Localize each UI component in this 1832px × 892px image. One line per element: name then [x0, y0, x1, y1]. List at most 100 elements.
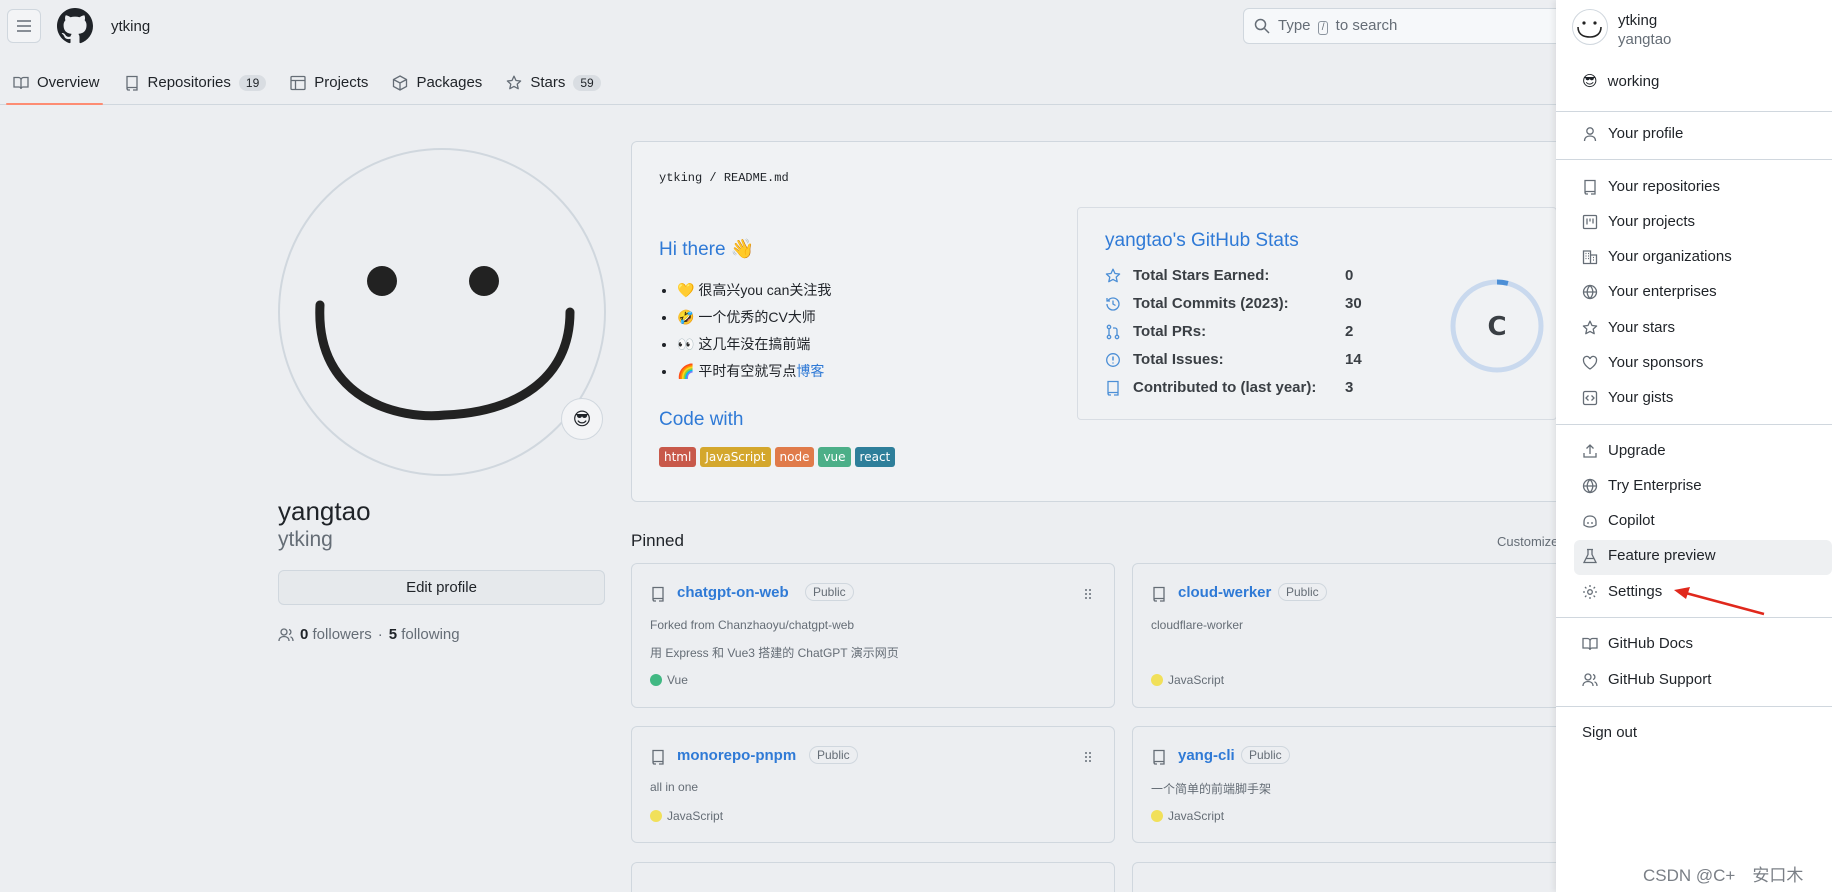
menu-item-settings[interactable]: Settings — [1582, 583, 1662, 600]
tab-overview[interactable]: Overview — [0, 60, 109, 105]
readme-path-file[interactable]: README.md — [724, 171, 789, 185]
tech-badges: html JavaScript node vue react — [659, 447, 896, 467]
pinned-card: monorepo-pnpm Public all in one JavaScri… — [631, 726, 1115, 843]
globe-icon — [1582, 478, 1598, 493]
fork-source: Forked from Chanzhaoyu/chatgpt-web — [650, 618, 855, 632]
search-shortcut-key: / — [1317, 21, 1329, 35]
readme-list: 💛 很高兴you can关注我 🤣 一个优秀的CV大师 👀 这几年没在搞前端 🌈… — [677, 277, 831, 385]
repo-language: Vue — [650, 673, 688, 687]
blog-link[interactable]: 博客 — [796, 363, 824, 379]
menu-item-your-projects[interactable]: Your projects — [1582, 213, 1695, 230]
stat-row: Contributed to (last year): 3 — [1105, 379, 1353, 396]
menu-item-github-support[interactable]: GitHub Support — [1582, 671, 1711, 688]
menu-item-your-enterprises[interactable]: Your enterprises — [1582, 283, 1717, 300]
menu-item-copilot[interactable]: Copilot — [1582, 512, 1655, 529]
drag-handle-icon[interactable] — [1080, 586, 1096, 602]
badge-javascript: JavaScript — [700, 447, 771, 467]
issue-icon — [1106, 352, 1120, 367]
pinned-card-partial — [631, 862, 1115, 892]
menu-item-your-repositories[interactable]: Your repositories — [1582, 178, 1720, 195]
repo-link[interactable]: yang-cli — [1178, 747, 1235, 764]
menu-divider — [1556, 159, 1832, 160]
smiley-face-image — [315, 266, 575, 421]
menu-divider — [1556, 424, 1832, 425]
upload-icon — [1583, 443, 1597, 458]
code-square-icon — [1582, 390, 1598, 405]
menu-item-upgrade[interactable]: Upgrade — [1582, 442, 1666, 459]
gear-icon — [1583, 584, 1597, 599]
globe-icon — [1582, 284, 1598, 299]
list-item: 💛 很高兴you can关注我 — [677, 277, 831, 304]
language-color-dot — [650, 810, 662, 822]
list-item: 👀 这几年没在搞前端 — [677, 331, 831, 358]
people-icon — [278, 627, 294, 641]
menu-divider — [1556, 706, 1832, 707]
menu-avatar[interactable] — [1572, 9, 1608, 45]
readme-greeting: Hi there 👋 — [659, 239, 755, 260]
star-icon — [507, 75, 522, 89]
badge-vue: vue — [818, 447, 851, 467]
menu-item-feature-preview[interactable]: Feature preview — [1582, 547, 1716, 564]
visibility-badge: Public — [809, 746, 858, 764]
clock-history-icon — [1106, 296, 1120, 311]
profile-readme: ytking / README.md Hi there 👋 💛 很高兴you c… — [631, 141, 1691, 502]
readme-path: ytking / README.md — [659, 171, 789, 185]
menu-item-your-stars[interactable]: Your stars — [1582, 319, 1675, 336]
hamburger-menu-button[interactable] — [7, 9, 41, 43]
menu-item-try-enterprise[interactable]: Try Enterprise — [1582, 477, 1702, 494]
followers-link[interactable]: 0 followers — [300, 626, 372, 643]
menu-item-github-docs[interactable]: GitHub Docs — [1582, 635, 1693, 652]
menu-item-your-organizations[interactable]: Your organizations — [1582, 248, 1732, 265]
tab-stars[interactable]: Stars 59 — [493, 60, 609, 105]
repo-icon — [1107, 380, 1119, 396]
search-input[interactable]: Type / to search — [1243, 8, 1563, 44]
readme-path-owner[interactable]: ytking — [659, 171, 702, 185]
stat-value: 3 — [1345, 379, 1354, 396]
tab-projects[interactable]: Projects — [277, 60, 377, 105]
repo-link[interactable]: chatgpt-on-web — [677, 584, 789, 601]
stats-title: yangtao's GitHub Stats — [1105, 230, 1299, 251]
stat-row: Total Stars Earned: 0 — [1105, 267, 1353, 284]
stat-value: 30 — [1345, 295, 1362, 312]
repo-description: 用 Express 和 Vue3 搭建的 ChatGPT 演示网页 — [650, 646, 899, 660]
smiley-face-image — [1577, 21, 1602, 38]
language-color-dot — [650, 674, 662, 686]
repo-icon — [652, 586, 664, 602]
drag-handle-icon[interactable] — [1080, 749, 1096, 765]
header-owner-link[interactable]: ytking — [111, 18, 150, 35]
menu-item-your-gists[interactable]: Your gists — [1582, 389, 1673, 406]
tab-packages[interactable]: Packages — [379, 60, 491, 105]
hamburger-icon — [17, 20, 31, 32]
repo-icon — [125, 75, 138, 91]
badge-html: html — [659, 447, 697, 467]
stat-value: 2 — [1345, 323, 1354, 340]
menu-item-your-sponsors[interactable]: Your sponsors — [1582, 354, 1703, 371]
repo-link[interactable]: monorepo-pnpm — [677, 747, 796, 764]
menu-item-sign-out[interactable]: Sign out — [1582, 724, 1637, 741]
profile-avatar[interactable] — [278, 148, 606, 476]
user-menu-panel: ytking yangtao 😎 working Your profile Yo… — [1556, 0, 1832, 892]
profile-status-button[interactable]: 😎 — [561, 398, 603, 440]
person-icon — [1583, 126, 1597, 141]
stat-value: 14 — [1345, 351, 1362, 368]
github-logo-icon[interactable] — [57, 8, 93, 44]
menu-item-your-profile[interactable]: Your profile — [1582, 125, 1683, 142]
repo-language: JavaScript — [1151, 673, 1224, 687]
set-status-item[interactable]: 😎 working — [1582, 72, 1659, 91]
tab-repositories[interactable]: Repositories 19 — [111, 60, 276, 105]
badge-react: react — [854, 447, 896, 467]
pinned-card-partial — [1132, 862, 1562, 892]
repo-link[interactable]: cloud-werker — [1178, 584, 1271, 601]
profile-fullname: yangtao — [278, 496, 371, 526]
following-link[interactable]: 5 following — [389, 626, 460, 643]
people-icon — [1582, 672, 1598, 686]
repo-icon — [1153, 749, 1165, 765]
edit-profile-button[interactable]: Edit profile — [278, 570, 605, 605]
book-icon — [1582, 637, 1598, 650]
pinned-card: cloud-werker Public cloudflare-worker Ja… — [1132, 563, 1562, 708]
rank-letter: C — [1487, 312, 1506, 342]
table-icon — [290, 75, 306, 90]
customize-pins-link[interactable]: Customize — [1497, 534, 1558, 549]
pinned-heading: Pinned — [631, 531, 684, 550]
follow-separator: · — [377, 626, 383, 643]
